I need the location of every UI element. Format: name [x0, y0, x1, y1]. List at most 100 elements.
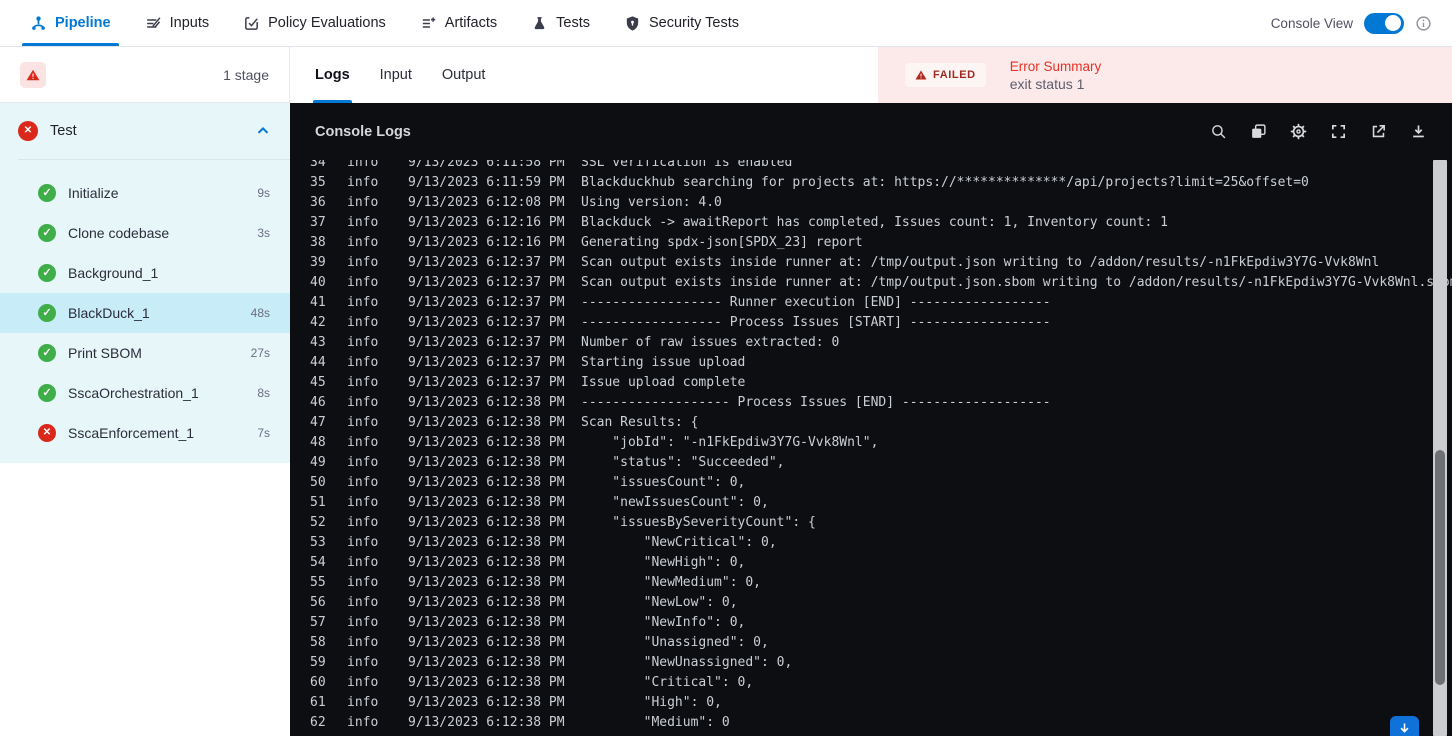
- step-duration: 8s: [257, 386, 270, 400]
- tab-logs[interactable]: Logs: [313, 47, 352, 103]
- log-message: "jobId": "-n1FkEpdiw3Y7G-Vvk8Wnl",: [581, 435, 879, 450]
- log-timestamp: 9/13/2023 6:12:38 PM: [408, 395, 565, 410]
- flask-icon: [531, 15, 548, 32]
- step-name: SscaOrchestration_1: [68, 385, 199, 401]
- error-summary-detail: exit status 1: [1009, 75, 1085, 92]
- log-level: info: [347, 695, 379, 710]
- chevron-up-icon[interactable]: [254, 122, 272, 140]
- log-line-number: 34: [310, 160, 326, 170]
- tab-inputs[interactable]: Inputs: [145, 0, 210, 46]
- log-line-number: 37: [310, 215, 326, 230]
- tab-security-tests[interactable]: Security Tests: [624, 0, 739, 46]
- log-line: 48 info 9/13/2023 6:12:38 PM "jobId": "-…: [290, 433, 1452, 453]
- log-message: "issuesBySeverityCount": {: [581, 515, 816, 530]
- log-line: 45 info 9/13/2023 6:12:37 PM Issue uploa…: [290, 373, 1452, 393]
- stage-header-test[interactable]: Test: [0, 103, 290, 159]
- log-message: Using version: 4.0: [581, 195, 722, 210]
- step-row[interactable]: SscaOrchestration_1 8s: [0, 373, 290, 413]
- copy-icon[interactable]: [1250, 123, 1267, 140]
- search-icon[interactable]: [1210, 123, 1227, 140]
- log-message: Scan output exists inside runner at: /tm…: [581, 255, 1380, 270]
- tab-tests[interactable]: Tests: [531, 0, 590, 46]
- log-line: 50 info 9/13/2023 6:12:38 PM "issuesCoun…: [290, 473, 1452, 493]
- log-timestamp: 9/13/2023 6:12:38 PM: [408, 635, 565, 650]
- console-header: Console Logs: [290, 103, 1452, 160]
- tab-inputs-label: Inputs: [169, 15, 210, 31]
- log-line: 47 info 9/13/2023 6:12:38 PM Scan Result…: [290, 413, 1452, 433]
- log-line-number: 50: [310, 475, 326, 490]
- log-timestamp: 9/13/2023 6:12:38 PM: [408, 495, 565, 510]
- step-status-icon: [38, 384, 56, 402]
- log-line-number: 55: [310, 575, 326, 590]
- execution-header: Logs Input Output FAILED Error Summary e…: [290, 47, 1452, 103]
- tab-output[interactable]: Output: [442, 47, 486, 103]
- log-message: Generating spdx-json[SPDX_23] report: [581, 235, 863, 250]
- step-name: Background_1: [68, 265, 159, 281]
- log-timestamp: 9/13/2023 6:12:38 PM: [408, 475, 565, 490]
- step-duration: 9s: [257, 186, 270, 200]
- log-message: ------------------ Process Issues [START…: [581, 315, 1051, 330]
- inputs-icon: [145, 15, 162, 32]
- log-line-number: 39: [310, 255, 326, 270]
- top-nav: Pipeline Inputs Policy Evaluations Artif…: [0, 0, 1452, 47]
- step-row[interactable]: Initialize 9s: [0, 173, 290, 213]
- warning-triangle-icon: [26, 69, 40, 80]
- log-timestamp: 9/13/2023 6:12:38 PM: [408, 455, 565, 470]
- step-row[interactable]: Clone codebase 3s: [0, 213, 290, 253]
- log-message: ------------------ Runner execution [END…: [581, 295, 1051, 310]
- step-duration: 48s: [250, 306, 270, 320]
- log-line-number: 45: [310, 375, 326, 390]
- warning-triangle-icon: [915, 70, 927, 80]
- open-in-new-icon[interactable]: [1370, 123, 1387, 140]
- step-status-icon: [38, 344, 56, 362]
- log-line-number: 53: [310, 535, 326, 550]
- console-view-label: Console View: [1270, 15, 1353, 31]
- tab-pipeline[interactable]: Pipeline: [22, 0, 119, 46]
- download-icon[interactable]: [1410, 123, 1427, 140]
- step-name: Print SBOM: [68, 345, 142, 361]
- error-summary-texts: Error Summary exit status 1: [1010, 59, 1102, 92]
- log-timestamp: 9/13/2023 6:12:37 PM: [408, 295, 565, 310]
- shield-icon: [624, 15, 641, 32]
- console-view-toggle[interactable]: [1364, 12, 1404, 34]
- log-timestamp: 9/13/2023 6:12:38 PM: [408, 675, 565, 690]
- console-scrollbar[interactable]: [1433, 160, 1447, 736]
- log-level: info: [347, 395, 379, 410]
- log-message: "NewInfo": 0,: [581, 615, 746, 630]
- pipeline-sidebar: 1 stage Test Initialize 9s Clone codeb: [0, 47, 290, 736]
- tab-artifacts-label: Artifacts: [444, 15, 498, 31]
- log-line: 41 info 9/13/2023 6:12:37 PM -----------…: [290, 293, 1452, 313]
- tab-security-tests-label: Security Tests: [649, 15, 739, 31]
- tab-input[interactable]: Input: [380, 47, 412, 103]
- step-row[interactable]: Background_1: [0, 253, 290, 293]
- scrollbar-thumb[interactable]: [1435, 450, 1445, 685]
- console-log-area[interactable]: 34 info 9/13/2023 6:11:58 PM SSL verific…: [290, 160, 1452, 736]
- tab-policy-evaluations[interactable]: Policy Evaluations: [243, 0, 386, 46]
- tab-artifacts[interactable]: Artifacts: [420, 0, 497, 46]
- log-message: "Unassigned": 0,: [581, 635, 769, 650]
- log-line: 36 info 9/13/2023 6:12:08 PM Using versi…: [290, 193, 1452, 213]
- fullscreen-icon[interactable]: [1330, 123, 1347, 140]
- tab-output-label: Output: [441, 67, 486, 83]
- log-level: info: [347, 415, 379, 430]
- step-row[interactable]: Print SBOM 27s: [0, 333, 290, 373]
- log-message: Issue upload complete: [581, 375, 746, 390]
- info-icon[interactable]: [1415, 15, 1432, 32]
- log-message: "NewHigh": 0,: [581, 555, 746, 570]
- log-timestamp: 9/13/2023 6:12:37 PM: [408, 255, 565, 270]
- gear-icon[interactable]: [1290, 123, 1307, 140]
- log-level: info: [347, 495, 379, 510]
- step-row[interactable]: BlackDuck_1 48s: [0, 293, 290, 333]
- scroll-to-bottom-button[interactable]: [1390, 716, 1419, 736]
- log-line: 51 info 9/13/2023 6:12:38 PM "newIssuesC…: [290, 493, 1452, 513]
- log-timestamp: 9/13/2023 6:12:38 PM: [408, 555, 565, 570]
- log-line-number: 44: [310, 355, 326, 370]
- step-row[interactable]: SscaEnforcement_1 7s: [0, 413, 290, 453]
- tab-tests-label: Tests: [556, 15, 590, 31]
- log-line: 38 info 9/13/2023 6:12:16 PM Generating …: [290, 233, 1452, 253]
- toggle-knob: [1385, 15, 1401, 31]
- log-timestamp: 9/13/2023 6:12:38 PM: [408, 515, 565, 530]
- log-level: info: [347, 555, 379, 570]
- console-panel: Console Logs 34 info 9/13/2023 6:11:58 P…: [290, 103, 1452, 736]
- log-line: 35 info 9/13/2023 6:11:59 PM Blackduckhu…: [290, 173, 1452, 193]
